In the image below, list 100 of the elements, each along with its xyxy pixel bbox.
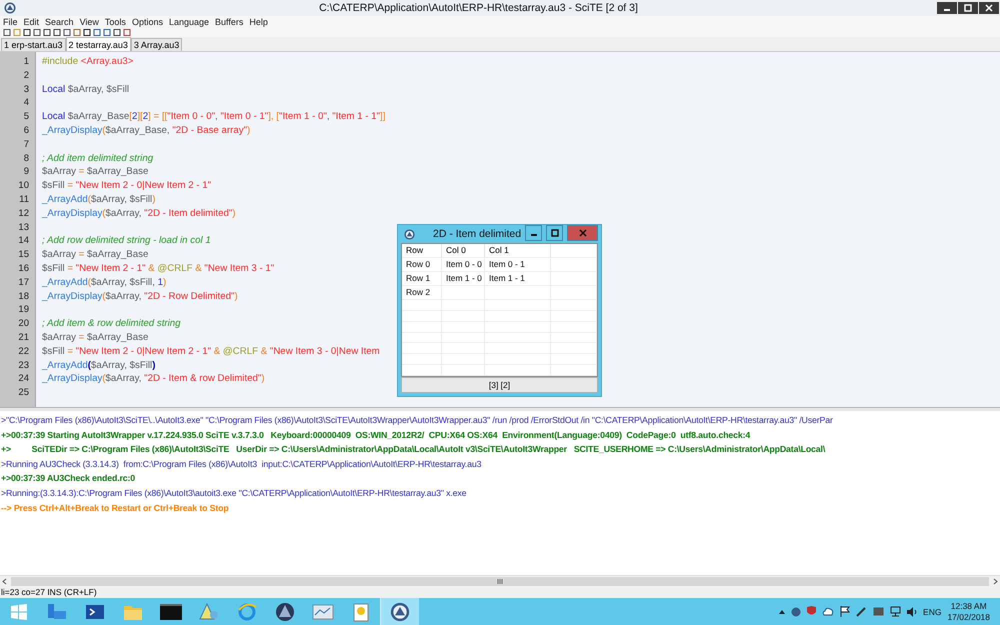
chart-window-icon: [312, 602, 334, 620]
line-number: 20: [17, 317, 30, 331]
minimize-button[interactable]: [525, 225, 542, 241]
output-line: +>00:37:39 Starting AutoIt3Wrapper v.17.224.935.0 SciTE v.3.7.3.0 Keyboard:00000409 OS:WIN_2012R2/ CPU:X64 OS:X64 Environment(Language:0409) CodePage:0 utf8.auto.check:4: [0, 428, 752, 442]
menu-item[interactable]: File: [3, 17, 18, 27]
flag-icon[interactable]: [840, 606, 850, 617]
table-cell: Item 0 - 0: [442, 258, 485, 271]
table-cell: Row 1: [402, 272, 442, 285]
line-number: 2: [22, 68, 30, 83]
menu-item[interactable]: Tools: [104, 17, 126, 27]
line-number: 15: [17, 248, 30, 262]
clock-date[interactable]: 17/02/2018: [947, 612, 990, 622]
caret-icon[interactable]: [779, 610, 786, 614]
code-line: $sFill = "New Item 2 - 0|New Item 2 - 1" & @CRLF & "New Item 3 - 0|New Item: [42, 344, 380, 359]
line-number: 6: [22, 124, 30, 138]
code-line: Local $aArray, $sFill: [42, 82, 130, 96]
output-line: --> Press Ctrl+Alt+Break to Restart or Ctrl+Break to Stop: [0, 502, 230, 515]
line-number: 19: [17, 303, 30, 318]
line-number: 4: [22, 96, 30, 110]
table-cell: Item 1 - 0: [442, 272, 485, 285]
code-line: $sFill = "New Item 2 - 1" & @CRLF & "New Item 3 - 1": [42, 262, 274, 276]
output-line: >Running:(3.3.14.3):C:\Program Files (x86)\AutoIt3\autoit3.exe "C:\CATERP\Application\AutoIt\ERP-HR\testarray.au3" x.exe: [0, 486, 468, 500]
close-button[interactable]: [567, 225, 598, 241]
file-tab[interactable]: 3 Array.au3: [130, 38, 182, 51]
scroll-left-icon[interactable]: [0, 577, 9, 586]
output-line: >Running AU3Check (3.3.14.3) from:C:\Program Files (x86)\AutoIt3 input:C:\CATERP\Application\AutoIt\ERP-HR\testarray.au3: [0, 458, 482, 471]
line-number: 25: [17, 386, 30, 400]
maximize-button[interactable]: [546, 225, 564, 241]
line-number: 18: [17, 290, 30, 304]
scrollbar-thumb[interactable]: [11, 577, 989, 586]
line-number: 22: [17, 344, 30, 359]
windows-logo-icon: [10, 602, 28, 620]
line-number: 5: [22, 110, 30, 124]
dialog-title: 2D - Item delimited: [433, 228, 522, 240]
code-line: ; Add row delimited string - load in col 1: [42, 234, 211, 248]
output-line: >"C:\Program Files (x86)\AutoIt3\SciTE\..\AutoIt3.exe" "C:\Program Files (x86)\AutoIt3\SciTE\AutoIt3Wrapper\AutoIt3Wrapper.au3" /run /prod /ErrorStdOut /in "C:\CATERP\Application\AutoIt\ERP-HR\testarray.au3" /UserPar: [0, 414, 834, 427]
code-line: _ArrayDisplay($aArray, "2D - Item & row Delimited"): [42, 372, 265, 386]
close-icon: [985, 4, 993, 12]
console-icon: [160, 604, 182, 620]
code-line: $aArray = $aArray_Base: [42, 165, 148, 180]
menu-item[interactable]: View: [80, 17, 99, 27]
code-line: #include <Array.au3>: [42, 55, 134, 69]
code-line: $aArray = $aArray_Base: [42, 330, 148, 345]
cloud-icon[interactable]: [822, 607, 834, 616]
code-line: _ArrayAdd($aArray, $sFill): [42, 358, 156, 372]
window-title: C:\CATERP\Application\AutoIt\ERP-HR\testarray.au3 - SciTE [2 of 3]: [318, 2, 639, 14]
line-number: 24: [17, 372, 30, 386]
taskbar-app[interactable]: [380, 598, 419, 625]
maximize-icon: [550, 229, 559, 237]
line-number: 7: [22, 138, 30, 152]
line-number: 17: [17, 276, 30, 290]
shield-icon[interactable]: [807, 606, 816, 617]
table-cell: Row 0: [402, 258, 442, 271]
close-icon: [578, 229, 587, 237]
file-tab[interactable]: 2 testarray.au3: [66, 37, 131, 51]
table-cell: Item 0 - 1: [485, 258, 551, 271]
code-line: _ArrayDisplay($aArray, "2D - Row Delimited"): [42, 290, 238, 304]
dimensions-button[interactable]: [3] [2]: [401, 377, 598, 393]
pen-icon[interactable]: [856, 606, 868, 616]
speaker-icon[interactable]: [907, 606, 918, 616]
menu-item[interactable]: Edit: [24, 17, 40, 27]
network-icon[interactable]: [890, 606, 902, 617]
close-button[interactable]: [979, 2, 999, 14]
dialog-logo-icon: [404, 228, 415, 240]
language-indicator[interactable]: ENG: [923, 606, 942, 616]
menu-item[interactable]: Buffers: [215, 17, 244, 27]
code-line: _ArrayAdd($aArray, $sFill): [42, 192, 156, 207]
line-number: 12: [17, 206, 30, 221]
code-line: $aArray = $aArray_Base: [42, 248, 148, 262]
autoit-logo-icon: [390, 602, 410, 622]
line-number: 8: [22, 152, 30, 166]
table-cell: Row 2: [402, 286, 442, 299]
restore-icon: [964, 4, 972, 12]
browser-icon: [237, 602, 257, 620]
output-line: +> SciTEDir => C:\Program Files (x86)\AutoIt3\SciTE UserDir => C:\Users\Administrator\AppData\Local\AutoIt v3\SciTE\AutoIt3Wrapper SCITE_USERHOME => C:\Users\Administrator\AppData\Local\: [0, 443, 826, 456]
restore-button[interactable]: [958, 2, 978, 14]
line-number: 3: [22, 82, 30, 96]
menu-item[interactable]: Search: [45, 17, 74, 27]
menu-item[interactable]: Options: [132, 17, 163, 27]
scroll-right-icon[interactable]: [991, 577, 1000, 586]
code-line: ; Add item delimited string: [42, 152, 154, 166]
menu-item[interactable]: Help: [249, 17, 268, 27]
file-tab[interactable]: 1 erp-start.au3: [1, 38, 66, 51]
table-cell: Item 1 - 1: [485, 272, 551, 285]
triangle-tool-icon: [199, 602, 219, 620]
line-number: 1: [22, 55, 30, 69]
line-number: 13: [17, 220, 30, 234]
folder-server-icon: [47, 602, 67, 620]
line-number: 11: [18, 192, 30, 207]
line-number: 23: [17, 358, 30, 372]
help-file-icon: [352, 602, 370, 622]
clock-time[interactable]: 12:38 AM: [950, 600, 987, 612]
code-line: _ArrayAdd($aArray, $sFill, 1): [42, 276, 166, 290]
line-number: 9: [22, 165, 30, 180]
menu-item[interactable]: Language: [168, 17, 210, 27]
code-line: ; Add item & row delimited string: [42, 317, 181, 331]
code-line: $sFill = "New Item 2 - 0|New Item 2 - 1": [42, 179, 212, 193]
line-number: 21: [17, 330, 30, 345]
minimize-button[interactable]: [937, 2, 957, 14]
line-number: 16: [17, 262, 30, 276]
